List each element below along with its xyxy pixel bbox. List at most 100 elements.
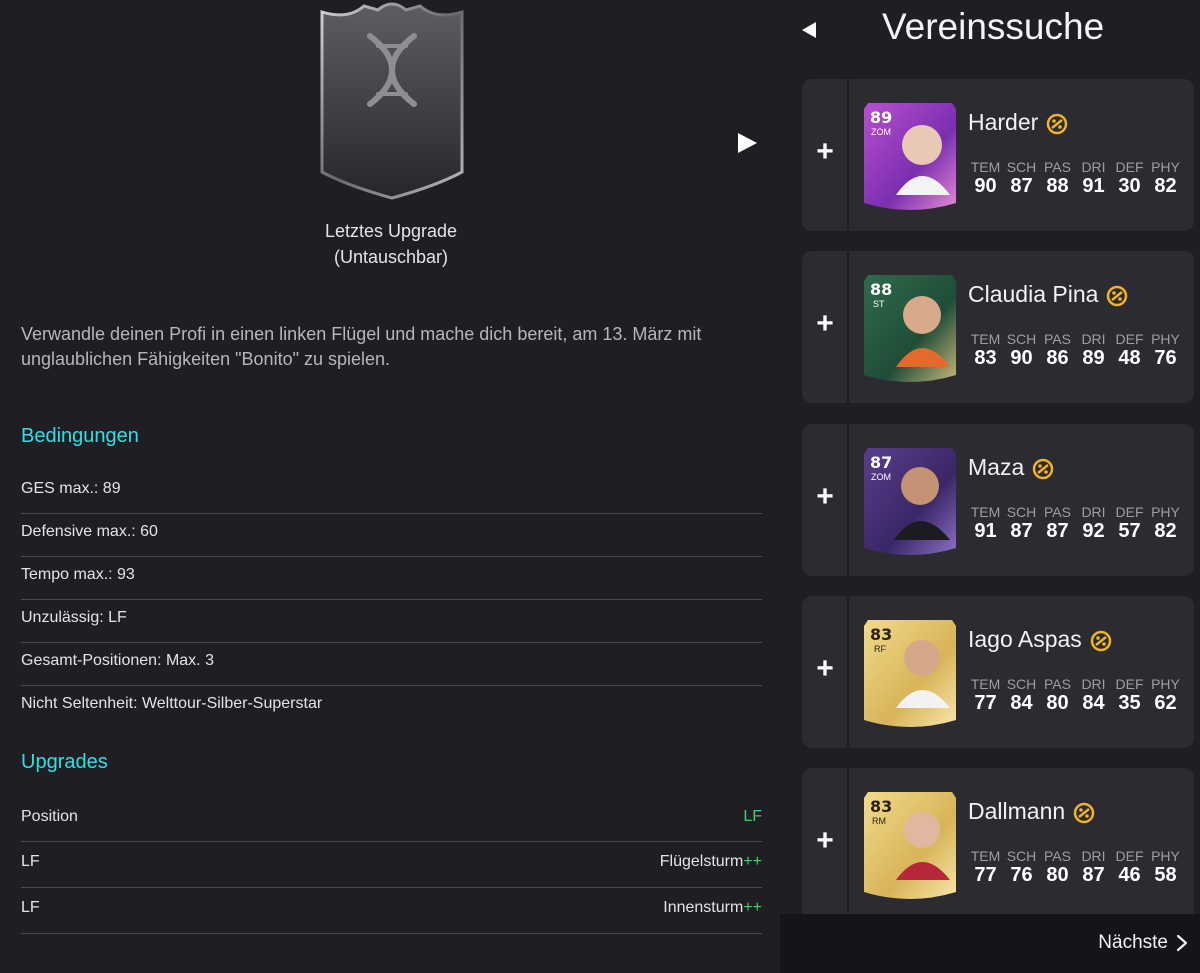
stat-label: DEF bbox=[1115, 159, 1144, 175]
stat-value: 87 bbox=[1082, 864, 1105, 886]
evolution-description: Verwandle deinen Profi in einen linken F… bbox=[21, 324, 702, 369]
stat-value: 84 bbox=[1082, 692, 1105, 714]
player-card-image: 83 RM bbox=[864, 792, 956, 899]
stat-label: TEM bbox=[970, 676, 1001, 692]
player-name: Iago Aspas bbox=[968, 626, 1082, 652]
next-button[interactable]: Nächste bbox=[1098, 932, 1188, 954]
requirement-row: Gesamt-Positionen: Max. 3 bbox=[21, 652, 762, 686]
stat-label: PAS bbox=[1044, 504, 1071, 520]
player-list-item[interactable]: + 83 RF Iago Aspas TEM 77 SCH 84 PAS 80 DRI… bbox=[802, 596, 1194, 748]
upgrade-row: Position LF bbox=[21, 808, 762, 842]
stat-label: PHY bbox=[1151, 159, 1180, 175]
club-search-panel: Vereinssuche + 89 ZOM Harder TEM 90 SCH 87… bbox=[790, 0, 1200, 973]
upgrade-value: Innensturm bbox=[663, 899, 744, 916]
card-position: ZOM bbox=[871, 127, 891, 137]
stat-value: 82 bbox=[1154, 520, 1177, 542]
add-player-button[interactable]: + bbox=[814, 654, 836, 684]
upgrade-row: LF Flügelsturm++ bbox=[21, 853, 762, 888]
upgrade-label: LF bbox=[21, 899, 40, 916]
requirement-text: GES max.: 89 bbox=[21, 480, 121, 497]
stat-value: 84 bbox=[1010, 692, 1033, 714]
add-player-button[interactable]: + bbox=[814, 482, 836, 512]
add-player-button[interactable]: + bbox=[814, 137, 836, 167]
evolution-chip-icon bbox=[1033, 458, 1054, 480]
card-position: RF bbox=[874, 644, 886, 654]
stat-label: PAS bbox=[1044, 848, 1071, 864]
player-list-item[interactable]: + 88 ST Claudia Pina TEM 83 SCH 90 PAS 86 D… bbox=[802, 251, 1194, 403]
stat-label: TEM bbox=[970, 331, 1001, 347]
stat-value: 62 bbox=[1154, 692, 1177, 714]
stat-label: PAS bbox=[1044, 159, 1071, 175]
upgrade-plus: ++ bbox=[743, 853, 762, 870]
caption-line-1: Letztes Upgrade bbox=[324, 221, 458, 241]
upgrade-label: LF bbox=[21, 853, 40, 870]
evolution-caption: Letztes Upgrade (Untauschbar) bbox=[290, 218, 492, 270]
card-position: ST bbox=[873, 299, 885, 309]
upgrade-label: Position bbox=[21, 808, 78, 825]
requirement-row: Defensive max.: 60 bbox=[21, 523, 762, 557]
player-card-image: 83 RF bbox=[864, 620, 956, 727]
requirement-row: GES max.: 89 bbox=[21, 480, 762, 514]
next-label: Nächste bbox=[1098, 932, 1168, 953]
stat-label: SCH bbox=[1006, 504, 1037, 520]
stat-value: 91 bbox=[1082, 175, 1105, 197]
requirement-text: Defensive max.: 60 bbox=[21, 523, 158, 540]
next-evolution-arrow[interactable] bbox=[738, 133, 757, 153]
back-arrow-icon[interactable] bbox=[802, 22, 816, 38]
stat-label: PAS bbox=[1044, 676, 1071, 692]
stat-label: PHY bbox=[1151, 676, 1180, 692]
evolution-detail-panel: Letztes Upgrade (Untauschbar) Verwandle … bbox=[0, 0, 790, 973]
card-position: ZOM bbox=[871, 472, 891, 482]
stat-value: 91 bbox=[974, 520, 997, 542]
stat-value: 57 bbox=[1118, 520, 1141, 542]
stat-label: TEM bbox=[970, 848, 1001, 864]
stat-label: SCH bbox=[1006, 848, 1037, 864]
card-rating: 83 bbox=[870, 797, 892, 816]
stat-value: 48 bbox=[1118, 347, 1141, 369]
player-list-item[interactable]: + 87 ZOM Maza TEM 91 SCH 87 PAS 87 DRI 92 DE… bbox=[802, 424, 1194, 576]
player-stats: TEM 91 SCH 87 PAS 87 DRI 92 DEF 57 PHY 82 bbox=[968, 504, 1184, 542]
player-list-item[interactable]: + 89 ZOM Harder TEM 90 SCH 87 PAS 88 DRI 91 … bbox=[802, 79, 1194, 231]
player-card-image: 88 ST bbox=[864, 275, 956, 382]
stat-label: PAS bbox=[1044, 331, 1071, 347]
stat-label: DEF bbox=[1115, 848, 1144, 864]
stat-value: 30 bbox=[1118, 175, 1141, 197]
player-name: Dallmann bbox=[968, 798, 1066, 824]
requirement-text: Unzulässig: LF bbox=[21, 609, 127, 626]
card-rating: 87 bbox=[870, 453, 892, 472]
stat-label: PHY bbox=[1151, 331, 1180, 347]
stat-label: DEF bbox=[1115, 676, 1144, 692]
requirement-text: Nicht Seltenheit: Welttour-Silber-Supers… bbox=[21, 695, 323, 712]
evolution-badge-card bbox=[320, 2, 464, 200]
stat-value: 76 bbox=[1010, 864, 1033, 886]
player-name: Claudia Pina bbox=[968, 281, 1099, 307]
stat-label: DEF bbox=[1115, 504, 1144, 520]
upgrades-heading: Upgrades bbox=[21, 751, 108, 773]
add-player-button[interactable]: + bbox=[814, 826, 836, 856]
player-stats: TEM 90 SCH 87 PAS 88 DRI 91 DEF 30 PHY 82 bbox=[968, 159, 1184, 197]
player-stats: TEM 83 SCH 90 PAS 86 DRI 89 DEF 48 PHY 76 bbox=[968, 331, 1184, 369]
stat-value: 58 bbox=[1154, 864, 1177, 886]
bottom-bar: Nächste bbox=[780, 914, 1200, 973]
requirement-row: Nicht Seltenheit: Welttour-Silber-Supers… bbox=[21, 695, 762, 729]
player-list-item[interactable]: + 83 RM Dallmann TEM 77 SCH 76 PAS 80 DRI 87… bbox=[802, 768, 1194, 920]
player-name: Harder bbox=[968, 109, 1039, 135]
upgrade-value: Flügelsturm bbox=[659, 853, 744, 870]
stat-label: DEF bbox=[1115, 331, 1144, 347]
panel-title: Vereinssuche bbox=[882, 6, 1105, 47]
requirement-text: Gesamt-Positionen: Max. 3 bbox=[21, 652, 214, 669]
player-name: Maza bbox=[968, 454, 1025, 480]
evolution-chip-icon bbox=[1073, 802, 1095, 824]
stat-label: PHY bbox=[1151, 848, 1180, 864]
stat-value: 89 bbox=[1082, 347, 1105, 369]
requirement-row: Tempo max.: 93 bbox=[21, 566, 762, 600]
evolution-chip-icon bbox=[1107, 285, 1128, 307]
player-stats: TEM 77 SCH 76 PAS 80 DRI 87 DEF 46 PHY 58 bbox=[968, 848, 1184, 886]
stat-value: 83 bbox=[974, 347, 997, 369]
card-rating: 83 bbox=[870, 625, 892, 644]
caption-line-2: (Untauschbar) bbox=[333, 247, 449, 267]
stat-label: TEM bbox=[970, 159, 1001, 175]
requirements-heading: Bedingungen bbox=[21, 425, 139, 447]
add-player-button[interactable]: + bbox=[814, 309, 836, 339]
card-position: RM bbox=[872, 816, 886, 826]
